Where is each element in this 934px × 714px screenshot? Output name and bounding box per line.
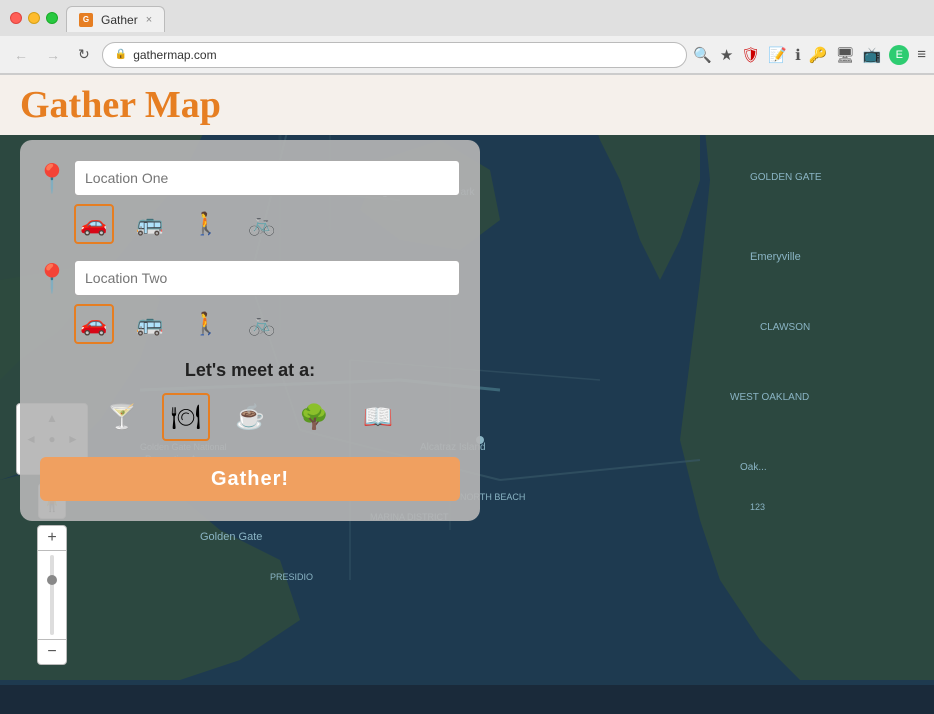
url-text: gathermap.com [133,48,216,62]
svg-text:GOLDEN GATE: GOLDEN GATE [750,172,822,183]
search-icon[interactable]: 🔍 [693,46,712,64]
place-library-btn[interactable]: 📖 [354,393,402,441]
transport-one-car-btn[interactable]: 🚗 [74,204,114,244]
page-content: Sausalito Angel Island State Park Alcatr… [0,75,934,685]
place-restaurant-btn[interactable]: 🍽 [162,393,210,441]
transport-two-bus-btn[interactable]: 🚌 [130,304,170,344]
transport-one-walk-btn[interactable]: 🚶 [186,204,226,244]
map-zoom-control: + − [37,525,67,665]
nav-icons: 🔍 ★ 🛡 📝 ℹ 🔑 🖥 📺 E ≡ [693,45,926,65]
title-bar: G Gather × [0,0,934,36]
svg-text:123: 123 [750,502,765,512]
maximize-window-btn[interactable] [46,12,58,24]
forward-btn[interactable]: → [40,45,66,65]
security-icon[interactable]: 🔑 [809,46,828,64]
zoom-out-btn[interactable]: − [38,640,66,664]
meet-label: Let's meet at a: [40,360,460,381]
menu-icon[interactable]: ≡ [917,46,926,63]
close-window-btn[interactable] [10,12,22,24]
blue-pin-icon: 📍 [35,262,70,295]
screen-icon[interactable]: 🖥 [836,46,855,64]
svg-text:Oak...: Oak... [740,462,767,473]
active-tab[interactable]: G Gather × [66,6,165,32]
place-cafe-btn[interactable]: ☕ [226,393,274,441]
lock-icon: 🔒 [115,49,127,60]
location-one-pin: 📍 [40,162,64,194]
transport-one-row: 🚗 🚌 🚶 🚲 [74,204,460,244]
tab-bar: G Gather × [66,4,924,32]
transport-one-bus-btn[interactable]: 🚌 [130,204,170,244]
place-bar-btn[interactable]: 🍸 [98,393,146,441]
adblock-icon[interactable]: 🛡 [741,46,760,64]
control-panel: 📍 🚗 🚌 🚶 🚲 📍 🚗 🚌 🚶 🚲 Let's meet at a: [20,140,480,521]
location-two-input[interactable] [74,260,460,296]
extension-icon[interactable]: E [889,45,909,65]
svg-text:Emeryville: Emeryville [750,251,801,263]
svg-text:PRESIDIO: PRESIDIO [270,572,313,582]
tab-close-btn[interactable]: × [146,14,152,26]
place-icons-row: 🍸 🍽 ☕ 🌳 📖 [40,393,460,441]
svg-text:CLAWSON: CLAWSON [760,322,810,333]
address-bar[interactable]: 🔒 gathermap.com [102,42,688,68]
page-header: Gather Map [0,75,934,135]
cast-icon[interactable]: 📺 [863,46,882,64]
location-one-row: 📍 [40,160,460,196]
svg-text:WEST OAKLAND: WEST OAKLAND [730,392,809,403]
refresh-btn[interactable]: ↻ [72,44,96,65]
location-one-input[interactable] [74,160,460,196]
nav-bar: ← → ↻ 🔒 gathermap.com 🔍 ★ 🛡 📝 ℹ 🔑 🖥 📺 E … [0,36,934,74]
transport-two-bike-btn[interactable]: 🚲 [242,304,282,344]
window-controls [10,12,58,24]
notes-icon[interactable]: 📝 [768,46,787,64]
minimize-window-btn[interactable] [28,12,40,24]
zoom-slider-thumb[interactable] [47,575,57,585]
svg-text:Golden Gate: Golden Gate [200,531,262,543]
back-btn[interactable]: ← [8,45,34,65]
page-title: Gather Map [20,83,221,127]
bookmark-icon[interactable]: ★ [720,46,733,64]
place-park-btn[interactable]: 🌳 [290,393,338,441]
red-pin-icon: 📍 [35,162,70,195]
tab-title: Gather [101,13,138,27]
browser-chrome: G Gather × ← → ↻ 🔒 gathermap.com 🔍 ★ 🛡 📝… [0,0,934,75]
zoom-in-btn[interactable]: + [38,526,66,550]
transport-two-row: 🚗 🚌 🚶 🚲 [74,304,460,344]
zoom-divider [38,550,66,551]
transport-one-bike-btn[interactable]: 🚲 [242,204,282,244]
transport-two-walk-btn[interactable]: 🚶 [186,304,226,344]
zoom-slider-track [50,555,54,635]
transport-two-car-btn[interactable]: 🚗 [74,304,114,344]
tab-favicon: G [79,13,93,27]
gather-button[interactable]: Gather! [40,457,460,501]
location-two-pin: 📍 [40,262,64,294]
location-two-row: 📍 [40,260,460,296]
info-icon[interactable]: ℹ [795,46,801,64]
